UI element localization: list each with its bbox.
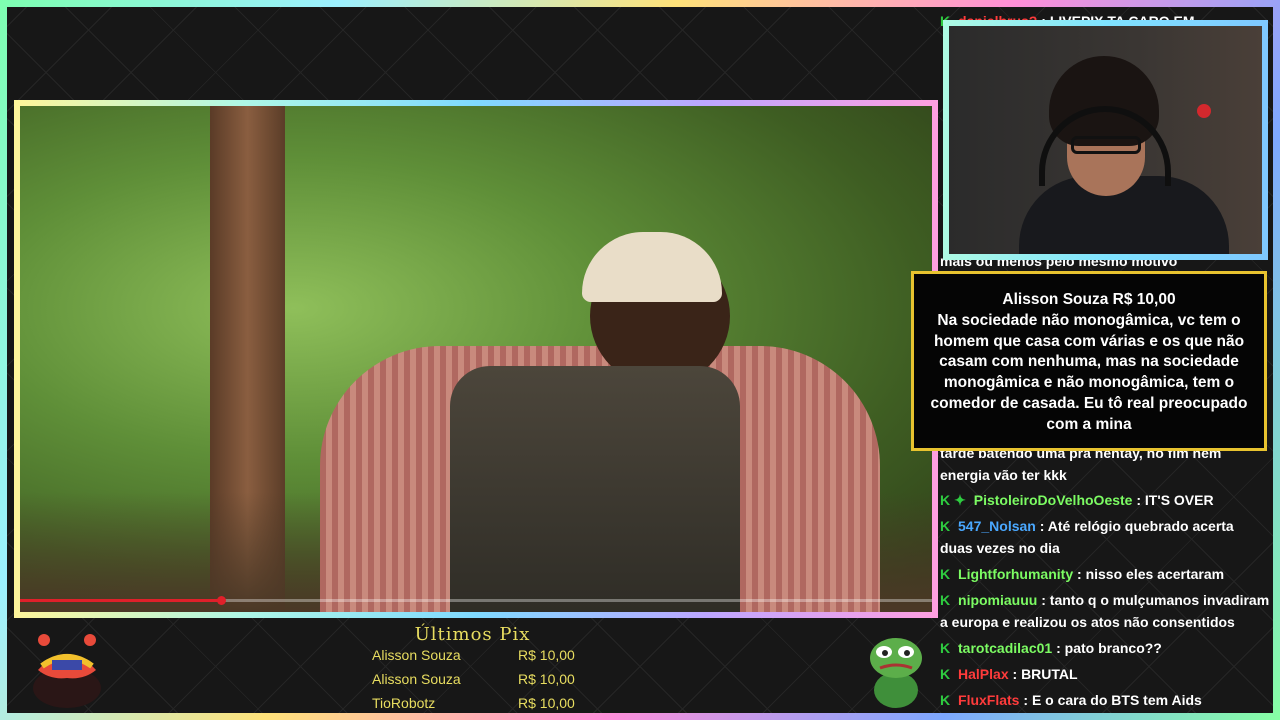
pepe-frog-icon bbox=[866, 630, 926, 710]
chat-username[interactable]: 547_Nolsan bbox=[958, 518, 1036, 534]
chat-message: K 547_Nolsan : Até relógio quebrado acer… bbox=[940, 518, 1234, 556]
pix-entry: TioRobotz R$ 10,00 bbox=[372, 695, 592, 711]
sparkle-badge-icon: ✦ bbox=[954, 492, 966, 508]
donation-message: Na sociedade não monogâmica, vc tem o ho… bbox=[930, 311, 1248, 433]
chat-message: K Lightforhumanity : nisso eles acertara… bbox=[940, 566, 1225, 582]
pix-entry: Alisson Souza R$ 10,00 bbox=[372, 647, 592, 663]
pix-amount: R$ 10,00 bbox=[518, 647, 575, 663]
chat-message: K tarotcadilac01 : pato branco?? bbox=[940, 640, 1162, 656]
chat-text: BRUTAL bbox=[1021, 666, 1078, 682]
moderator-badge-icon: K bbox=[940, 640, 951, 656]
chat-username[interactable]: PistoleiroDoVelhoOeste bbox=[974, 492, 1133, 508]
moderator-badge-icon: K bbox=[940, 692, 951, 708]
video-scrubber-handle[interactable] bbox=[216, 596, 226, 605]
chat-text: IT'S OVER bbox=[1144, 492, 1214, 508]
pix-name: TioRobotz bbox=[372, 695, 436, 711]
chat-username[interactable]: FluxFlats bbox=[958, 692, 1019, 708]
moderator-badge-icon: K bbox=[940, 518, 951, 534]
webcam-feed bbox=[943, 20, 1268, 260]
chat-username[interactable]: Lightforhumanity bbox=[958, 566, 1073, 582]
chat-username[interactable]: nipomiauuu bbox=[958, 592, 1037, 608]
chat-partial-line: energia vão ter kkk bbox=[940, 467, 1067, 483]
chat-message: K nipomiauuu : tanto q o mulçumanos inva… bbox=[940, 592, 1270, 630]
chat-message: K HalPlax : BRUTAL bbox=[940, 666, 1078, 682]
chat-text: E o cara do BTS tem Aids bbox=[1031, 692, 1202, 708]
mascot-logo bbox=[24, 630, 110, 710]
pix-amount: R$ 10,00 bbox=[518, 671, 575, 687]
man-with-backpack bbox=[320, 226, 880, 612]
pix-amount: R$ 10,00 bbox=[518, 695, 575, 711]
pix-name: Alisson Souza bbox=[372, 671, 461, 687]
donation-donor: Alisson Souza R$ 10,00 bbox=[1002, 291, 1176, 308]
pix-list-title: Últimos Pix bbox=[414, 624, 531, 645]
pix-entry: Alisson Souza R$ 10,00 bbox=[372, 671, 592, 687]
chat-text: nisso eles acertaram bbox=[1085, 566, 1225, 582]
glasses bbox=[1071, 136, 1141, 154]
chat-text: pato branco?? bbox=[1064, 640, 1162, 656]
streamer bbox=[1019, 56, 1229, 254]
chat-username[interactable]: tarotcadilac01 bbox=[958, 640, 1052, 656]
video-progress-bar[interactable] bbox=[20, 596, 932, 605]
pix-name: Alisson Souza bbox=[372, 647, 461, 663]
donation-alert: Alisson Souza R$ 10,00 Na sociedade não … bbox=[911, 271, 1267, 451]
moderator-badge-icon: K bbox=[940, 566, 951, 582]
moderator-badge-icon: K bbox=[940, 666, 951, 682]
video-progress-fill bbox=[20, 596, 226, 605]
chat-username[interactable]: HalPlax bbox=[958, 666, 1009, 682]
moderator-badge-icon: K bbox=[940, 492, 951, 508]
chat-message: K FluxFlats : E o cara do BTS tem Aids bbox=[940, 692, 1202, 708]
moderator-badge-icon: K bbox=[940, 592, 951, 608]
main-video-player[interactable] bbox=[14, 100, 938, 618]
chat-message: K ✦ PistoleiroDoVelhoOeste : IT'S OVER bbox=[940, 492, 1214, 508]
